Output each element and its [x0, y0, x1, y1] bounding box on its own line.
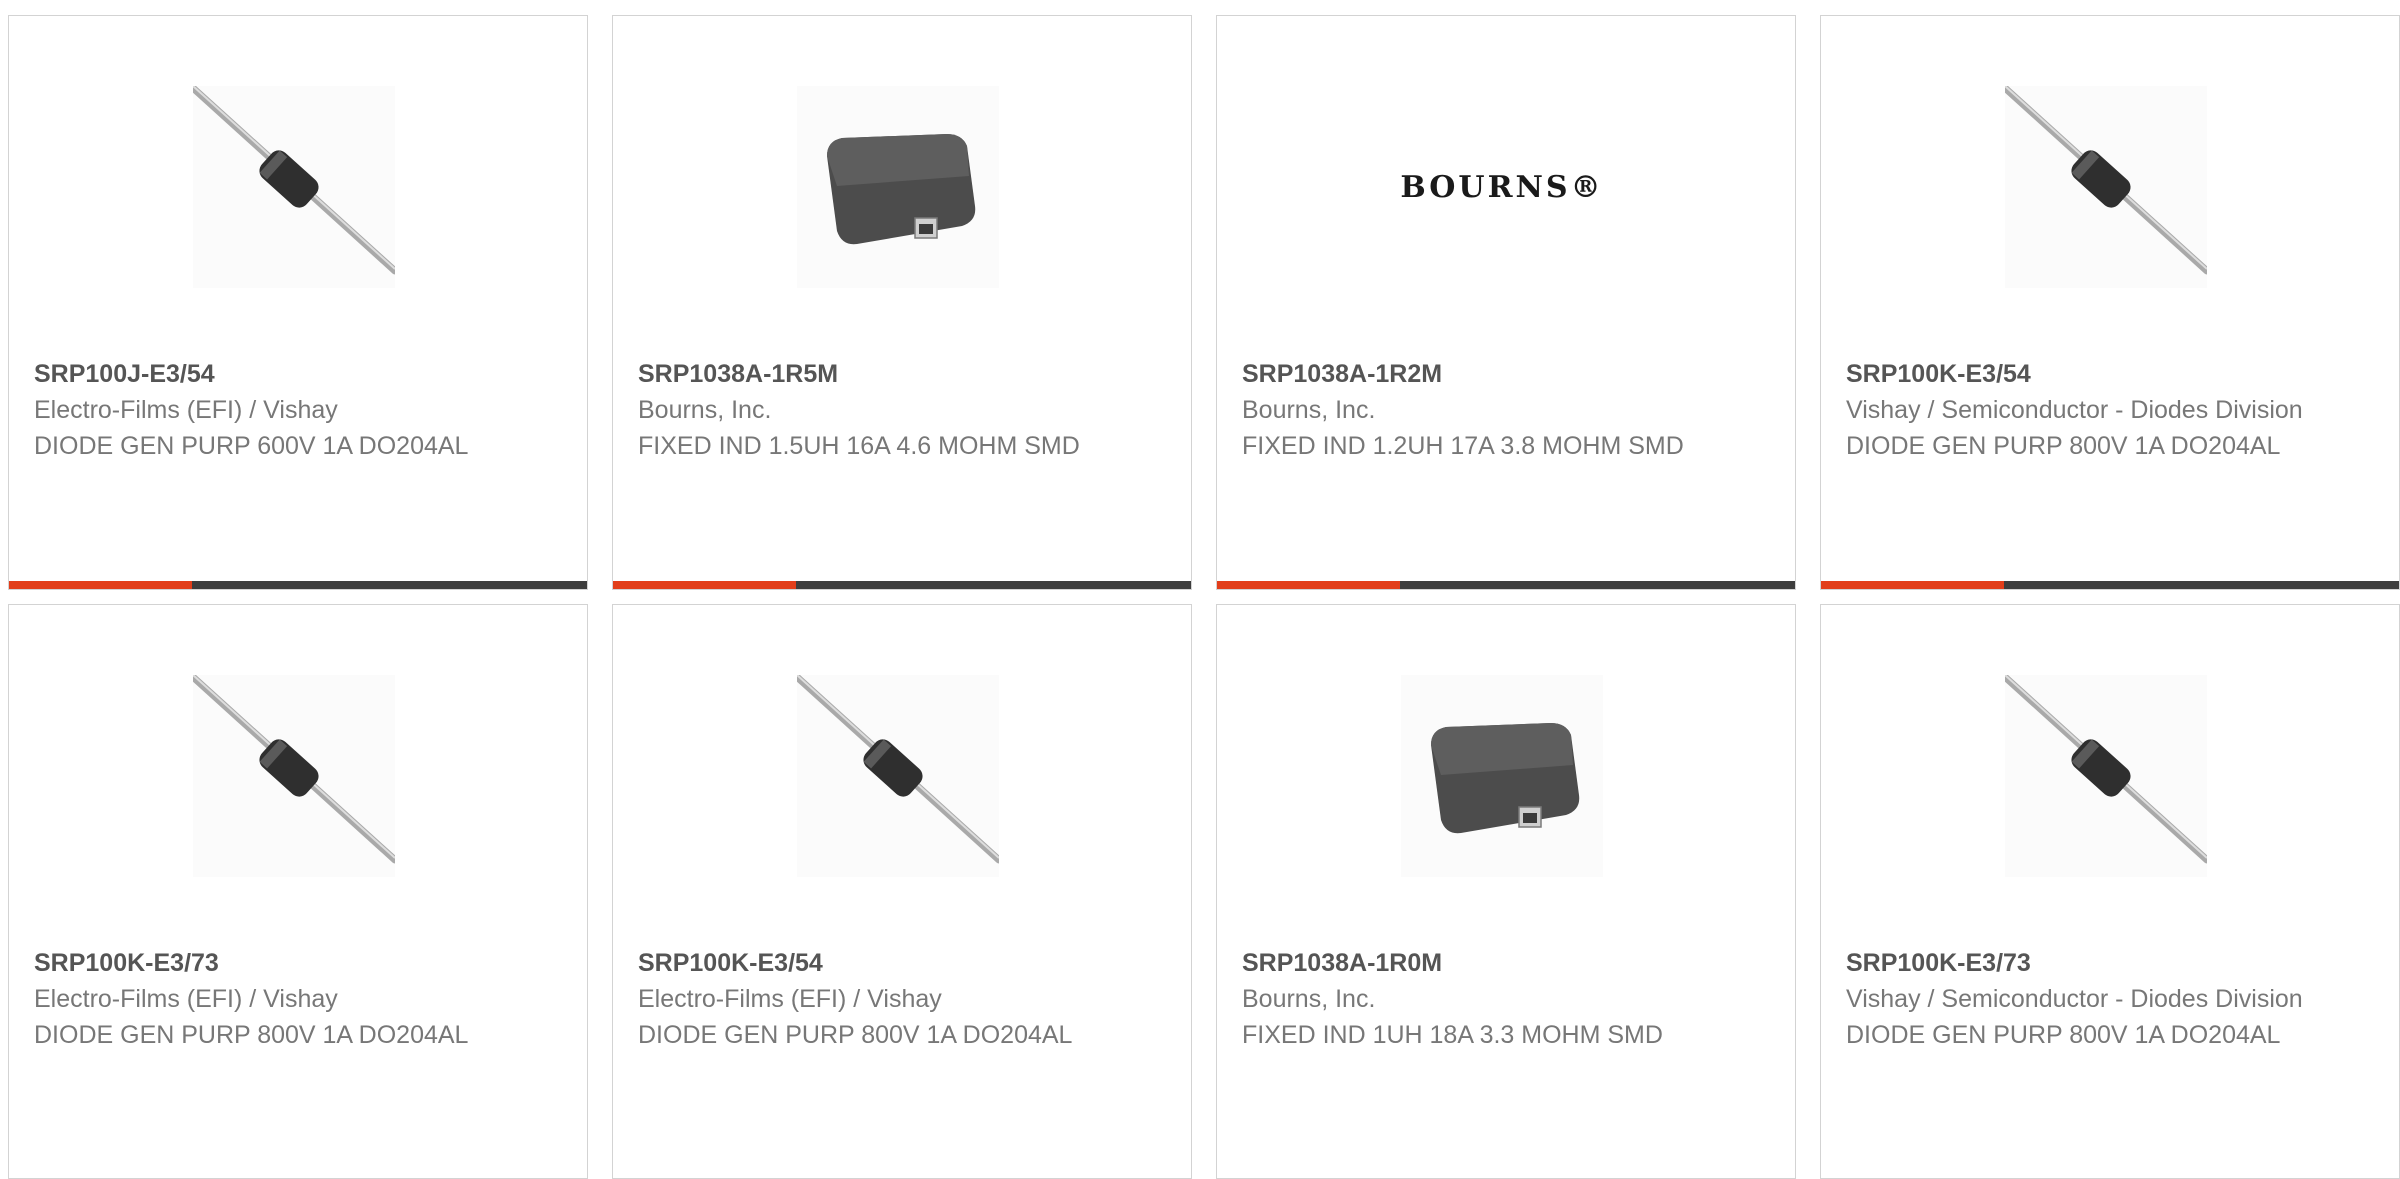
- manufacturer: Vishay / Semiconductor - Diodes Division: [1846, 985, 2303, 1013]
- product-card[interactable]: SRP100J-E3/54 Electro-Films (EFI) / Vish…: [8, 15, 588, 590]
- product-image[interactable]: BOURNS®: [1377, 86, 1627, 288]
- product-card[interactable]: SRP100K-E3/54 Vishay / Semiconductor - D…: [1820, 15, 2400, 590]
- part-number-link[interactable]: SRP1038A-1R2M: [1242, 356, 1742, 392]
- product-card[interactable]: SRP100K-E3/54 Electro-Films (EFI) / Vish…: [612, 604, 1192, 1179]
- part-number-link[interactable]: SRP1038A-1R5M: [638, 356, 1138, 392]
- product-info: SRP100K-E3/54 Electro-Films (EFI) / Vish…: [638, 945, 1138, 1053]
- card-bar-accent: [1217, 581, 1400, 589]
- product-image[interactable]: [193, 86, 395, 288]
- product-card[interactable]: BOURNS® SRP1038A-1R2M Bourns, Inc. FIXED…: [1216, 15, 1796, 590]
- product-card[interactable]: SRP100K-E3/73 Vishay / Semiconductor - D…: [1820, 604, 2400, 1179]
- bourns-logo: BOURNS®: [1400, 169, 1604, 205]
- manufacturer: Bourns, Inc.: [638, 396, 772, 424]
- product-info: SRP100K-E3/54 Vishay / Semiconductor - D…: [1846, 356, 2346, 464]
- card-bar-rest: [2004, 581, 2399, 589]
- card-bar-rest: [1400, 581, 1795, 589]
- product-image[interactable]: [1401, 675, 1603, 877]
- axial-diode-icon: [2005, 86, 2207, 275]
- description: FIXED IND 1.2UH 17A 3.8 MOHM SMD: [1242, 432, 1684, 460]
- card-bottom-bar: [9, 581, 587, 589]
- part-number-link[interactable]: SRP100K-E3/73: [1846, 945, 2346, 981]
- card-bar-rest: [796, 581, 1191, 589]
- description: FIXED IND 1.5UH 16A 4.6 MOHM SMD: [638, 432, 1080, 460]
- part-number-link[interactable]: SRP1038A-1R0M: [1242, 945, 1742, 981]
- description: DIODE GEN PURP 800V 1A DO204AL: [638, 1021, 1073, 1049]
- product-grid: SRP100J-E3/54 Electro-Films (EFI) / Vish…: [8, 15, 2400, 1179]
- product-image[interactable]: [797, 86, 999, 288]
- manufacturer: Bourns, Inc.: [1242, 396, 1376, 424]
- smd-inductor-icon: [1431, 723, 1580, 834]
- card-bar-accent: [9, 581, 192, 589]
- part-number-link[interactable]: SRP100K-E3/54: [1846, 356, 2346, 392]
- manufacturer: Electro-Films (EFI) / Vishay: [638, 985, 942, 1013]
- product-card[interactable]: SRP1038A-1R5M Bourns, Inc. FIXED IND 1.5…: [612, 15, 1192, 590]
- axial-diode-icon: [797, 675, 999, 864]
- product-card[interactable]: SRP100K-E3/73 Electro-Films (EFI) / Vish…: [8, 604, 588, 1179]
- manufacturer: Vishay / Semiconductor - Diodes Division: [1846, 396, 2303, 424]
- card-bar-accent: [613, 581, 796, 589]
- description: DIODE GEN PURP 600V 1A DO204AL: [34, 432, 469, 460]
- product-info: SRP1038A-1R2M Bourns, Inc. FIXED IND 1.2…: [1242, 356, 1742, 464]
- description: DIODE GEN PURP 800V 1A DO204AL: [34, 1021, 469, 1049]
- product-image[interactable]: [2005, 86, 2207, 288]
- part-number-link[interactable]: SRP100K-E3/73: [34, 945, 534, 981]
- smd-inductor-icon: [827, 134, 976, 245]
- axial-diode-icon: [2005, 675, 2207, 864]
- product-image[interactable]: [2005, 675, 2207, 877]
- product-info: SRP1038A-1R0M Bourns, Inc. FIXED IND 1UH…: [1242, 945, 1742, 1053]
- manufacturer: Electro-Films (EFI) / Vishay: [34, 985, 338, 1013]
- card-bar-accent: [1821, 581, 2004, 589]
- card-bottom-bar: [613, 581, 1191, 589]
- manufacturer: Electro-Films (EFI) / Vishay: [34, 396, 338, 424]
- product-info: SRP100K-E3/73 Electro-Films (EFI) / Vish…: [34, 945, 534, 1053]
- product-image[interactable]: [797, 675, 999, 877]
- description: DIODE GEN PURP 800V 1A DO204AL: [1846, 1021, 2281, 1049]
- card-bar-rest: [192, 581, 587, 589]
- manufacturer: Bourns, Inc.: [1242, 985, 1376, 1013]
- axial-diode-icon: [193, 86, 395, 275]
- description: DIODE GEN PURP 800V 1A DO204AL: [1846, 432, 2281, 460]
- product-image[interactable]: [193, 675, 395, 877]
- part-number-link[interactable]: SRP100K-E3/54: [638, 945, 1138, 981]
- product-info: SRP100J-E3/54 Electro-Films (EFI) / Vish…: [34, 356, 534, 464]
- part-number-link[interactable]: SRP100J-E3/54: [34, 356, 534, 392]
- axial-diode-icon: [193, 675, 395, 864]
- product-info: SRP1038A-1R5M Bourns, Inc. FIXED IND 1.5…: [638, 356, 1138, 464]
- product-card[interactable]: SRP1038A-1R0M Bourns, Inc. FIXED IND 1UH…: [1216, 604, 1796, 1179]
- product-info: SRP100K-E3/73 Vishay / Semiconductor - D…: [1846, 945, 2346, 1053]
- card-bottom-bar: [1217, 581, 1795, 589]
- description: FIXED IND 1UH 18A 3.3 MOHM SMD: [1242, 1021, 1663, 1049]
- card-bottom-bar: [1821, 581, 2399, 589]
